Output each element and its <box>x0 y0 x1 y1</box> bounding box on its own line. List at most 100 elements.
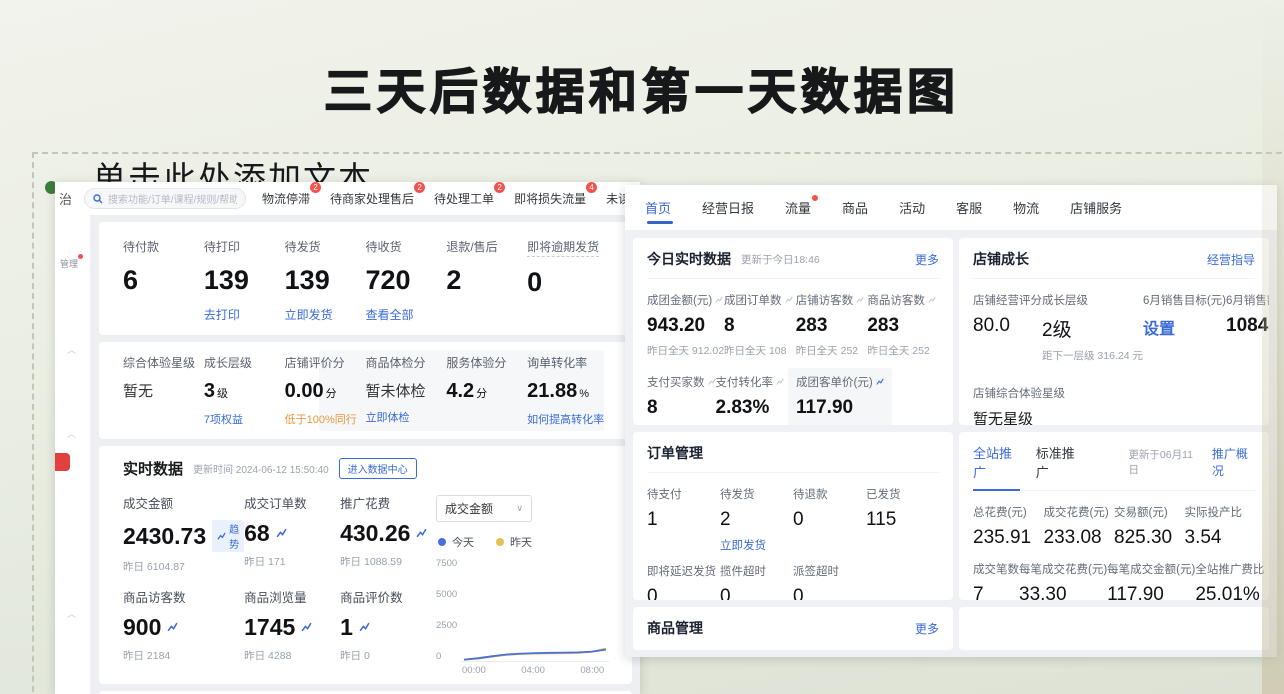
metric-select-dropdown[interactable]: 成交金额 ∨ <box>436 495 532 522</box>
tab-daily-report[interactable]: 经营日报 <box>702 185 754 230</box>
stat-service-score: 服务体验分 4.2分 <box>446 354 527 427</box>
tab-standard-promo[interactable]: 标准推广 <box>1036 443 1083 481</box>
below-peers-link[interactable]: 低于100%同行 <box>285 411 366 427</box>
trend-icon[interactable] <box>416 528 427 539</box>
product-management-card: 商品管理 更多 <box>633 607 953 650</box>
tab-customer-service[interactable]: 客服 <box>956 185 982 230</box>
tab-traffic[interactable]: 流量 <box>785 185 811 230</box>
search-placeholder: 搜索功能/订单/课程/规则/帮助/服务 <box>108 191 237 206</box>
trend-icon <box>776 378 784 386</box>
stat-refund-aftersale: 退款/售后 2 <box>446 238 527 323</box>
metric-amount-per-deal: 每笔成交金额(元) 117.90 <box>1107 561 1195 600</box>
chart-legend: 今天 昨天 <box>438 534 614 550</box>
tab-activities[interactable]: 活动 <box>899 185 925 230</box>
ship-now-link[interactable]: 立即发货 <box>285 306 366 323</box>
promo-618-badge[interactable] <box>55 453 70 471</box>
metric-delayed-shipment: 即将延迟发货 0 <box>647 563 720 600</box>
metric-transaction-amount: 交易额(元) 825.30 <box>1114 504 1185 549</box>
nav-traffic-loss[interactable]: 即将损失流量 4 <box>514 190 586 207</box>
more-link[interactable]: 更多 <box>915 620 939 637</box>
trend-icon[interactable] <box>167 622 178 633</box>
stat-growth-level: 成长层级 3级 7项权益 <box>204 354 285 427</box>
tab-logistics[interactable]: 物流 <box>1013 185 1039 230</box>
nav-pending-aftersale[interactable]: 待商家处理售后 2 <box>330 190 414 207</box>
stat-experience-star: 综合体验星级 暂无 <box>123 354 204 427</box>
realtime-updated: 更新时间 2024-06-12 15:50:40 <box>193 461 329 476</box>
metric-delivery-timeout: 派签超时 0 <box>793 563 866 600</box>
metric-gmv: 成交金额 2430.73 趋势 昨日 6104.87 <box>123 493 244 583</box>
chart-y-axis: 7500 5000 2500 0 <box>436 558 457 662</box>
set-target-link[interactable]: 设置 <box>1143 315 1226 339</box>
trend-badge[interactable]: 趋势 <box>212 520 244 552</box>
stat-pending-payment: 待付款 6 <box>123 238 204 323</box>
go-print-link[interactable]: 去打印 <box>204 306 285 323</box>
page-title: 三天后数据和第一天数据图 <box>0 52 1284 122</box>
metric-reviews: 商品评价数 1 昨日 0 <box>340 587 436 677</box>
business-guide-link[interactable]: 经营指导 <box>1207 251 1255 268</box>
ship-now-link[interactable]: 立即发货 <box>720 537 793 553</box>
metric-growth-level: 成长层级 2级 距下一层级 316.24 元 <box>1042 292 1143 363</box>
promo-overview-link[interactable]: 推广概况 <box>1212 445 1255 479</box>
legend-yesterday[interactable]: 昨天 <box>496 534 532 550</box>
metric-deal-spend: 成交花费(元) 233.08 <box>1044 504 1115 549</box>
metric-total-spend: 总花费(元) 235.91 <box>973 504 1044 549</box>
trend-chart-svg <box>461 558 609 662</box>
metric-sales-target: 6月销售目标(元) 设置 <box>1143 292 1226 363</box>
more-link[interactable]: 更多 <box>915 251 939 268</box>
legend-dot-yesterday <box>496 538 504 546</box>
metric-avg-order-value: 成团客单价(元) 117.90 昨日全天 8.52 <box>788 368 892 425</box>
benefits-link[interactable]: 7项权益 <box>204 411 285 427</box>
trend-icon <box>856 296 864 304</box>
metric-awaiting-refund: 待退款 0 <box>793 486 866 553</box>
metric-spend-per-deal: 每笔成交花费(元) 33.30 <box>1019 561 1107 600</box>
metric-orders: 成交订单数 68 昨日 171 <box>244 493 340 583</box>
metric-roi: 实际投产比 3.54 <box>1185 504 1256 549</box>
metric-month-sales: 6月销售额(元) 1084.47 <box>1226 292 1269 363</box>
nav-logistics-stalled[interactable]: 物流停滞 2 <box>262 190 310 207</box>
check-now-link[interactable]: 立即体检 <box>366 409 447 425</box>
trend-icon[interactable] <box>359 622 370 633</box>
left-dashboard-window: 治 搜索功能/订单/课程/规则/帮助/服务 物流停滞 2 待商家处理售后 2 待… <box>55 182 640 694</box>
stat-shop-rating: 店铺评价分 0.00分 低于100%同行 <box>285 354 366 427</box>
stat-inquiry-conversion: 询单转化率 21.88% 如何提高转化率 <box>527 354 608 427</box>
chevron-up-icon[interactable]: ︿ <box>67 607 76 620</box>
tab-sitewide-promo[interactable]: 全站推广 <box>973 443 1020 481</box>
left-topbar: 治 搜索功能/订单/课程/规则/帮助/服务 物流停滞 2 待商家处理售后 2 待… <box>55 182 640 215</box>
legend-today[interactable]: 今天 <box>438 534 474 550</box>
metric-shop-visitors: 店铺访客数 283 昨日全天 252 <box>796 292 868 358</box>
tab-home[interactable]: 首页 <box>645 185 671 230</box>
experience-star-block: 店铺综合体验星级 暂无星级 <box>973 385 1255 425</box>
metric-deal-count: 成交笔数 7 <box>973 561 1019 600</box>
metric-shop-score: 店铺经营评分 80.0 <box>973 292 1042 363</box>
chart-x-axis: 00:00 04:00 08:00 <box>462 662 610 676</box>
badge-count: 2 <box>494 182 505 193</box>
brand-partial-text: 治 <box>59 189 72 208</box>
trend-icon <box>876 378 884 386</box>
view-all-link[interactable]: 查看全部 <box>366 306 447 323</box>
trend-icon[interactable] <box>301 622 312 633</box>
tab-shop-services[interactable]: 店铺服务 <box>1070 185 1122 230</box>
metric-product-visitors: 商品访客数 283 昨日全天 252 <box>867 292 939 358</box>
search-input[interactable]: 搜索功能/订单/课程/规则/帮助/服务 <box>84 188 246 209</box>
trend-icon <box>217 532 226 541</box>
notification-dot <box>812 195 818 201</box>
nav-pending-tickets[interactable]: 待处理工单 2 <box>434 190 494 207</box>
data-center-button[interactable]: 进入数据中心 <box>339 458 417 479</box>
metric-promo-fee-ratio: 全站推广费比 25.01% <box>1195 561 1264 600</box>
trend-icon[interactable] <box>276 528 287 539</box>
stat-pending-ship: 待发货 139 立即发货 <box>285 238 366 323</box>
chevron-up-icon[interactable]: ︿ <box>67 427 76 440</box>
tab-products[interactable]: 商品 <box>842 185 868 230</box>
metric-group-gmv: 成团金额(元) 943.20 昨日全天 912.02 <box>647 292 724 358</box>
line-chart <box>461 558 609 662</box>
badge-count: 2 <box>310 182 321 193</box>
chevron-down-icon: ∨ <box>516 503 523 514</box>
trend-icon <box>708 378 716 386</box>
chevron-up-icon[interactable]: ︿ <box>67 343 76 356</box>
trend-icon <box>785 296 793 304</box>
realtime-data-card: 实时数据 更新时间 2024-06-12 15:50:40 进入数据中心 成交金… <box>99 446 632 684</box>
metric-pickup-timeout: 揽件超时 0 <box>720 563 793 600</box>
notification-dot <box>78 254 83 259</box>
improve-conversion-link[interactable]: 如何提高转化率 <box>527 411 608 427</box>
sidebar-item-management[interactable]: 管理 <box>60 257 78 270</box>
